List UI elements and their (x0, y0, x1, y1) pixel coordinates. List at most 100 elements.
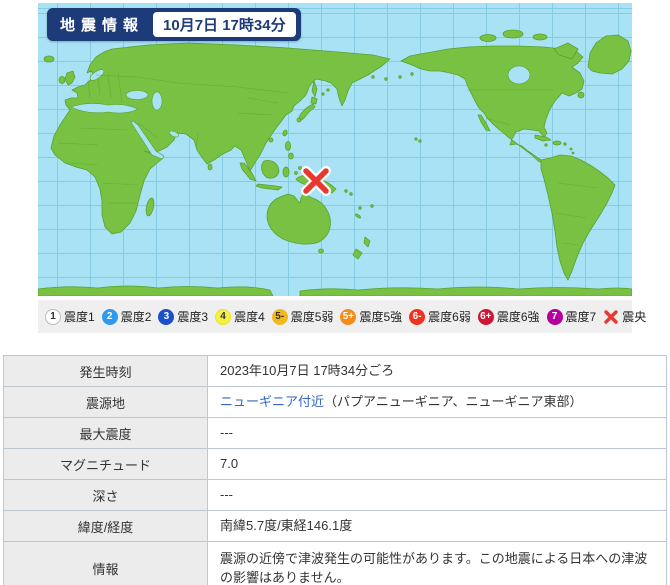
aleutian-islands (384, 77, 388, 81)
earthquake-info-page: 地震情報 10月7日 17時34分 1 震度1 2 震度2 3 震度3 4 震度… (0, 0, 670, 585)
legend-label: 震央 (622, 310, 647, 324)
report-datetime: 10月7日 17時34分 (153, 12, 296, 37)
legend-label: 震度6強 (496, 310, 540, 324)
intensity-1-icon: 1 (45, 308, 61, 325)
intensity-3-icon: 3 (158, 308, 175, 325)
new-zealand-north (363, 236, 371, 248)
taiwan (282, 129, 288, 137)
page-title: 地震情報 (60, 17, 145, 34)
legend-label: 震度2 (120, 310, 152, 324)
row-label: 震源地 (3, 386, 208, 418)
table-row-lat-long: 緯度/経度 南緯5.7度/東経146.1度 (3, 510, 667, 542)
legend-label: 震度1 (64, 310, 95, 324)
landmass-south-america (540, 154, 616, 281)
legend-item-shindo5-lower: 5- 震度5弱 (271, 308, 334, 325)
row-label: 発生時刻 (3, 355, 208, 387)
table-row-max-intensity: 最大震度 --- (3, 417, 667, 449)
legend-item-epicenter: 震央 (603, 308, 646, 325)
table-row-information: 情報 震源の近傍で津波発生の可能性があります。この地震による日本への津波の影響は… (3, 541, 667, 585)
new-caledonia (355, 213, 361, 219)
legend-label: 震度6弱 (428, 310, 471, 324)
table-row-depth: 深さ --- (3, 479, 667, 511)
jamaica (544, 143, 548, 147)
row-value: ニューギニア付近（パプアニューギニア、ニューギニア東部） (207, 386, 667, 418)
new-zealand-south (352, 248, 363, 260)
legend-label: 震度4 (234, 310, 265, 324)
legend-item-shindo5-upper: 5+ 震度5強 (340, 308, 402, 325)
antarctica-east (299, 286, 632, 296)
legend-item-shindo6-upper: 6+ 震度6強 (477, 308, 540, 325)
fiji (370, 204, 374, 208)
row-label: マグニチュード (3, 448, 208, 480)
solomon-islands (349, 192, 353, 196)
moluccas (294, 171, 298, 175)
philippines-luzon (284, 141, 291, 151)
table-row-epicenter: 震源地 ニューギニア付近（パプアニューギニア、ニューギニア東部） (3, 386, 667, 418)
newfoundland (577, 91, 585, 99)
row-label: 深さ (3, 479, 208, 511)
intensity-5-lower-icon: 5- (271, 308, 288, 325)
aleutian-islands (410, 72, 414, 76)
caspian-sea (151, 91, 163, 111)
epicenter-x-icon (604, 309, 618, 324)
kuril-islands (321, 92, 325, 96)
legend-item-shindo6-lower: 6- 震度6弱 (409, 308, 471, 325)
borneo (261, 160, 280, 179)
tasmania (318, 248, 324, 254)
legend-label: 震度5弱 (290, 310, 334, 324)
intensity-6-upper-icon: 6+ (477, 308, 494, 325)
hainan (268, 137, 274, 143)
japan-hokkaido (310, 96, 318, 105)
row-value: --- (207, 479, 667, 511)
australia (266, 191, 331, 245)
row-label: 情報 (3, 541, 208, 585)
antarctica-west (38, 285, 274, 296)
earthquake-detail-table: 発生時刻 2023年10月7日 17時34分ごろ 震源地 ニューギニア付近（パプ… (3, 355, 667, 585)
intensity-6-lower-icon: 6- (409, 308, 426, 325)
sri-lanka (207, 163, 213, 171)
greenland (587, 34, 632, 75)
row-value: --- (207, 417, 667, 449)
hawaii (418, 139, 422, 143)
table-row-occurrence-time: 発生時刻 2023年10月7日 17時34分ごろ (3, 355, 667, 387)
vanuatu (358, 206, 362, 210)
ireland (58, 76, 66, 84)
legend-item-shindo3: 3 震度3 (158, 308, 208, 325)
intensity-4-icon: 4 (215, 308, 232, 325)
philippines-mindanao (288, 152, 294, 160)
japan-honshu (298, 103, 316, 122)
black-sea (125, 90, 149, 100)
earthquake-info-badge: 地震情報 10月7日 17時34分 (47, 8, 301, 41)
intensity-legend: 1 震度1 2 震度2 3 震度3 4 震度4 5- 震度5弱 5+ 震度5強 … (38, 300, 646, 333)
intensity-5-upper-icon: 5+ (340, 308, 357, 325)
legend-item-shindo1: 1 震度1 (45, 308, 95, 325)
great-britain (64, 70, 76, 86)
epicenter-link[interactable]: ニューギニア付近 (220, 394, 324, 409)
moluccas (298, 166, 302, 170)
row-label: 最大震度 (3, 417, 208, 449)
row-value: 7.0 (207, 448, 667, 480)
table-row-magnitude: マグニチュード 7.0 (3, 448, 667, 480)
epicenter-region-note: （パプアニューギニア、ニューギニア東部） (324, 394, 583, 410)
row-value: 震源の近傍で津波発生の可能性があります。この地震による日本への津波の影響はありま… (207, 541, 667, 585)
iceland (43, 55, 55, 63)
solomon-islands (344, 189, 348, 193)
legend-label: 震度3 (177, 310, 209, 324)
world-map-svg (38, 29, 632, 296)
hudson-bay (507, 65, 531, 85)
kuril-islands (326, 88, 330, 92)
arctic-islands (532, 33, 548, 41)
epicenter-marker (301, 166, 331, 196)
japan-kyushu (296, 117, 302, 123)
java (255, 183, 283, 191)
world-map: 地震情報 10月7日 17時34分 (38, 3, 632, 296)
legend-item-shindo7: 7 震度7 (546, 308, 596, 325)
row-value: 2023年10月7日 17時34分ごろ (207, 355, 667, 387)
aleutian-islands (371, 75, 375, 79)
sakhalin (311, 80, 318, 98)
hawaii (414, 137, 418, 141)
puerto-rico (563, 142, 567, 146)
legend-item-shindo4: 4 震度4 (215, 308, 265, 325)
aleutian-islands (398, 75, 402, 79)
arctic-islands (479, 34, 497, 42)
